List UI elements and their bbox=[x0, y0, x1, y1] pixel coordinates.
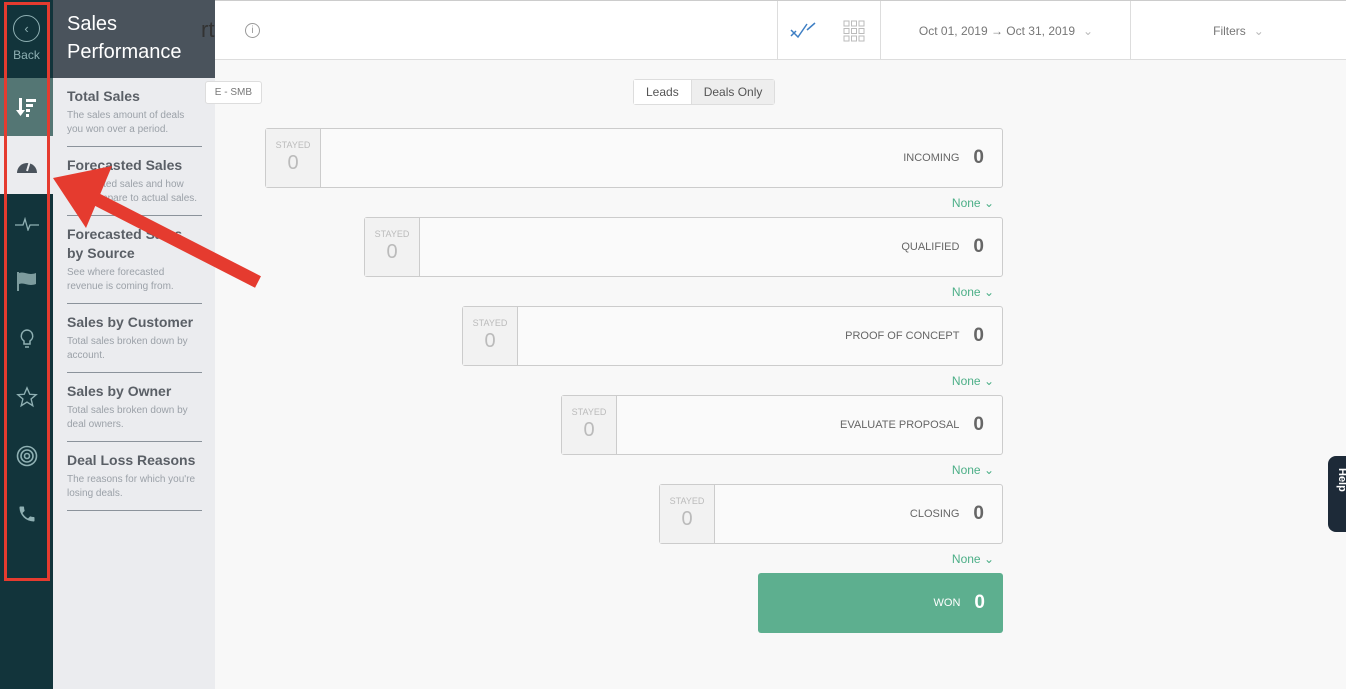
conversion-value: None bbox=[951, 196, 981, 210]
phone-icon[interactable] bbox=[0, 485, 53, 543]
chevron-left-icon: ‹ bbox=[13, 15, 40, 42]
item-desc: The reasons for which you're losing deal… bbox=[67, 474, 196, 499]
chevron-down-icon: ⌄ bbox=[1253, 23, 1264, 38]
report-menu-panel: Sales Performance Total Sales The sales a… bbox=[53, 0, 215, 689]
stage-name: QUALIFIED bbox=[901, 241, 960, 253]
stayed-label: STAYED bbox=[374, 229, 410, 239]
stayed-count: 0 bbox=[681, 508, 693, 530]
chevron-down-icon: ⌄ bbox=[983, 196, 994, 210]
stage-count: 0 bbox=[973, 147, 984, 168]
conversion-dropdown[interactable]: None ⌄ bbox=[952, 463, 994, 477]
menu-item-deal-loss-reasons[interactable]: Deal Loss Reasons The reasons for which y… bbox=[67, 442, 202, 511]
stayed-label: STAYED bbox=[275, 140, 311, 150]
stayed-cell: STAYED 0 bbox=[562, 396, 617, 454]
stayed-count: 0 bbox=[484, 330, 496, 352]
menu-item-forecasted-sales[interactable]: Forecasted Sales Forecasted sales and how… bbox=[67, 147, 202, 216]
menu-item-forecasted-sales-by-source[interactable]: Forecasted Sales by Source See where fore… bbox=[67, 216, 202, 304]
chevron-down-icon: ⌄ bbox=[1083, 23, 1094, 38]
date-range-dropdown[interactable]: Oct 01, 2019 → Oct 31, 2019 ⌄ bbox=[880, 1, 1131, 60]
chart-view-button[interactable] bbox=[777, 1, 828, 60]
item-desc: See where forecasted revenue is coming f… bbox=[67, 267, 174, 292]
chevron-down-icon: ⌄ bbox=[983, 285, 994, 299]
funnel-stage[interactable]: STAYED 0 QUALIFIED 0 bbox=[364, 217, 1003, 277]
stage-count: 0 bbox=[973, 325, 984, 346]
item-title: Forecasted Sales bbox=[67, 157, 183, 173]
star-icon[interactable] bbox=[0, 368, 53, 426]
date-range-value: Oct 01, 2019 → Oct 31, 2019 bbox=[918, 23, 1076, 38]
top-bar: rt i Oct 01, 2019 → Oct 31, 2019 ⌄ Filter… bbox=[201, 0, 1346, 60]
conversion-dropdown[interactable]: None ⌄ bbox=[952, 196, 994, 210]
chevron-down-icon: ⌄ bbox=[983, 552, 994, 566]
item-title: Forecasted Sales by Source bbox=[67, 226, 183, 261]
conversion-value: None bbox=[951, 552, 981, 566]
stage-count: 0 bbox=[973, 414, 984, 435]
stayed-cell: STAYED 0 bbox=[660, 485, 715, 543]
stage-count: 0 bbox=[974, 592, 985, 613]
leads-toggle[interactable]: Leads bbox=[634, 80, 691, 104]
menu-item-sales-by-owner[interactable]: Sales by Owner Total sales broken down by… bbox=[67, 373, 202, 442]
stayed-label: STAYED bbox=[571, 407, 607, 417]
stayed-count: 0 bbox=[287, 152, 299, 174]
chevron-down-icon: ⌄ bbox=[983, 463, 994, 477]
stayed-cell: STAYED 0 bbox=[266, 129, 321, 187]
grid-view-button[interactable] bbox=[828, 1, 880, 60]
filters-label: Filters bbox=[1213, 23, 1246, 38]
stage-count: 0 bbox=[973, 503, 984, 524]
flag-icon[interactable] bbox=[0, 252, 53, 310]
sort-descending-icon[interactable] bbox=[0, 78, 53, 136]
lightbulb-icon[interactable] bbox=[0, 310, 53, 368]
item-desc: Total sales broken down by deal owners. bbox=[67, 405, 188, 430]
info-icon[interactable]: i bbox=[245, 23, 260, 38]
conversion-dropdown[interactable]: None ⌄ bbox=[952, 285, 994, 299]
page-title: rt bbox=[201, 17, 215, 42]
pulse-icon[interactable] bbox=[0, 195, 53, 253]
funnel-stage[interactable]: STAYED 0 EVALUATE PROPOSAL 0 bbox=[561, 395, 1003, 455]
stayed-count: 0 bbox=[583, 419, 595, 441]
stage-count: 0 bbox=[973, 236, 984, 257]
dashboard-gauge-icon[interactable] bbox=[0, 136, 53, 194]
filters-dropdown[interactable]: Filters ⌄ bbox=[1130, 1, 1346, 60]
leads-deals-toggle: Leads Deals Only bbox=[633, 79, 776, 105]
funnel-stage[interactable]: STAYED 0 PROOF OF CONCEPT 0 bbox=[462, 306, 1003, 366]
chevron-down-icon: ⌄ bbox=[983, 374, 994, 388]
stayed-cell: STAYED 0 bbox=[365, 218, 420, 276]
help-label: Help bbox=[1336, 468, 1346, 492]
conversion-dropdown[interactable]: None ⌄ bbox=[952, 552, 994, 566]
pipeline-tag[interactable]: E - SMB bbox=[205, 81, 262, 104]
item-title: Sales by Customer bbox=[67, 314, 194, 330]
panel-title: Sales Performance bbox=[53, 0, 215, 78]
stayed-count: 0 bbox=[386, 241, 398, 263]
stage-name: CLOSING bbox=[909, 508, 960, 520]
stage-name: WON bbox=[933, 597, 961, 609]
item-title: Total Sales bbox=[67, 88, 140, 104]
target-icon[interactable] bbox=[0, 427, 53, 485]
item-desc: Total sales broken down by account. bbox=[67, 336, 188, 361]
help-button[interactable]: Help bbox=[1328, 456, 1346, 532]
item-desc: The sales amount of deals you won over a… bbox=[67, 110, 185, 135]
menu-item-sales-by-customer[interactable]: Sales by Customer Total sales broken down… bbox=[67, 304, 202, 373]
funnel-stage[interactable]: STAYED 0 CLOSING 0 bbox=[659, 484, 1003, 544]
conversion-value: None bbox=[951, 285, 981, 299]
back-label: Back bbox=[13, 48, 40, 62]
item-title: Sales by Owner bbox=[67, 383, 172, 399]
funnel-stage[interactable]: STAYED 0 INCOMING 0 bbox=[265, 128, 1003, 188]
stage-name: EVALUATE PROPOSAL bbox=[840, 419, 960, 431]
stage-name: PROOF OF CONCEPT bbox=[845, 330, 960, 342]
icon-rail: ‹ Back bbox=[0, 0, 53, 689]
stage-name: INCOMING bbox=[903, 152, 960, 164]
conversion-value: None bbox=[951, 374, 981, 388]
stayed-cell: STAYED 0 bbox=[463, 307, 518, 365]
stayed-label: STAYED bbox=[472, 318, 508, 328]
stayed-label: STAYED bbox=[669, 496, 705, 506]
item-desc: Forecasted sales and how they compare to… bbox=[67, 179, 198, 204]
back-button[interactable]: ‹ Back bbox=[0, 0, 53, 78]
conversion-value: None bbox=[951, 463, 981, 477]
conversion-dropdown[interactable]: None ⌄ bbox=[952, 374, 994, 388]
deals-only-toggle[interactable]: Deals Only bbox=[690, 80, 775, 104]
menu-item-total-sales[interactable]: Total Sales The sales amount of deals you… bbox=[67, 78, 202, 147]
won-stage[interactable]: WON 0 bbox=[758, 573, 1003, 633]
item-title: Deal Loss Reasons bbox=[67, 452, 196, 468]
